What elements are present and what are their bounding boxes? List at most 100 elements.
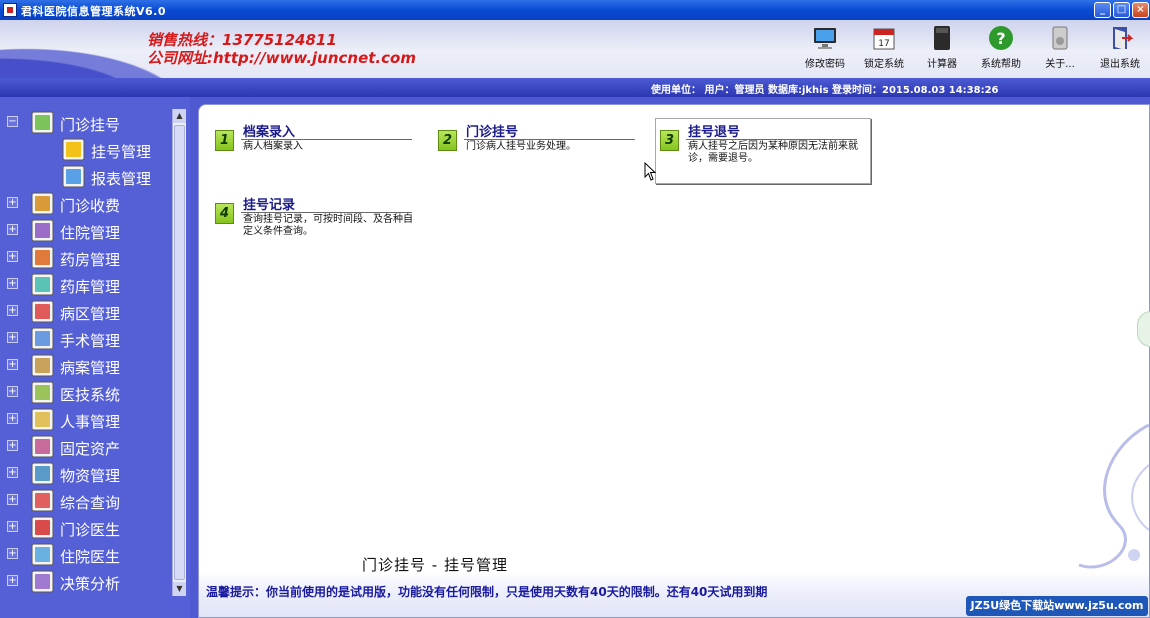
sidebar-item[interactable]: + 住院管理 [4, 217, 172, 244]
help-button[interactable]: ? 系统帮助 [969, 24, 1033, 70]
sidebar-item[interactable]: + 门诊医生 [4, 514, 172, 541]
sidebar-item[interactable]: + 病案管理 [4, 352, 172, 379]
ward-icon [31, 300, 54, 323]
expand-icon[interactable]: + [7, 332, 18, 343]
expand-icon[interactable]: + [7, 305, 18, 316]
sidebar-item[interactable]: 挂号管理 [4, 136, 172, 163]
assets-icon [31, 435, 54, 458]
sidebar-item[interactable]: + 医技系统 [4, 379, 172, 406]
expand-icon[interactable]: + [7, 467, 18, 478]
status-info-bar: 使用单位： 用户：管理员 数据库:jkhis 登录时间：2015.08.03 1… [0, 78, 1150, 97]
calendar-icon: 17 [870, 24, 898, 52]
card-title: 挂号记录 [243, 198, 296, 213]
sidebar-item-label: 门诊收费 [60, 197, 121, 215]
expand-icon[interactable]: + [7, 413, 18, 424]
sidebar-item-label: 手术管理 [60, 332, 121, 350]
scroll-up-icon[interactable]: ▲ [173, 109, 186, 123]
expand-icon[interactable]: + [7, 197, 18, 208]
doctor-icon [31, 516, 54, 539]
app-icon [3, 3, 17, 17]
sidebar-item[interactable]: + 物资管理 [4, 460, 172, 487]
card-description: 门诊病人挂号业务处理。 [466, 141, 576, 152]
sidebar-item[interactable]: + 手术管理 [4, 325, 172, 352]
help-icon: ? [987, 24, 1015, 52]
sidebar-item-label: 病区管理 [60, 305, 121, 323]
maximize-button[interactable]: □ [1113, 2, 1130, 18]
exit-label: 退出系统 [1100, 59, 1140, 70]
cashier-icon [31, 192, 54, 215]
expand-icon[interactable]: + [7, 521, 18, 532]
sidebar-item-label: 固定资产 [60, 440, 121, 458]
sidebar-item[interactable]: + 病区管理 [4, 298, 172, 325]
sidebar-item[interactable]: − 门诊挂号 [4, 109, 172, 136]
monitor-icon [811, 24, 839, 52]
scroll-down-icon[interactable]: ▼ [173, 582, 186, 596]
collapse-icon[interactable]: − [7, 116, 18, 127]
content-sheet: 1 档案录入 病人档案录入 2 门诊挂号 门诊病人挂号业务处理。 3 挂号退号 … [198, 104, 1150, 618]
card-cancel-registration[interactable]: 3 挂号退号 病人挂号之后因为某种原因无法前来就诊，需要退号。 [655, 118, 871, 184]
expand-icon[interactable]: + [7, 548, 18, 559]
arrow-icon [62, 138, 85, 161]
card-registration-records[interactable]: 4 挂号记录 查询挂号记录，可按时间段、及各种自定义条件查询。 [211, 192, 427, 258]
sidebar-item[interactable]: + 固定资产 [4, 433, 172, 460]
sidebar-item-label: 报表管理 [91, 170, 152, 188]
sidebar-item[interactable]: + 决策分析 [4, 568, 172, 595]
card-number: 2 [438, 130, 457, 151]
lock-system-button[interactable]: 17 锁定系统 [852, 24, 916, 70]
session-info: 使用单位： 用户：管理员 数据库:jkhis 登录时间：2015.08.03 1… [651, 85, 999, 96]
lock-system-label: 锁定系统 [864, 59, 904, 70]
calculator-label: 计算器 [927, 59, 957, 70]
expand-icon[interactable]: + [7, 386, 18, 397]
title-bar[interactable]: 君科医院信息管理系统V6.0 _ □ × [0, 0, 1150, 20]
sidebar-item-label: 药房管理 [60, 251, 121, 269]
expand-icon[interactable]: + [7, 440, 18, 451]
sidebar-item-label: 住院医生 [60, 548, 121, 566]
trial-notice: 温馨提示：你当前使用的是试用版，功能没有任何限制，只是使用天数有40天的限制。还… [206, 585, 768, 599]
change-password-button[interactable]: 修改密码 [793, 24, 857, 70]
header-banner: 销售热线：13775124811 公司网址:http://www.juncnet… [0, 20, 1150, 97]
exit-icon [1106, 24, 1134, 52]
card-title: 档案录入 [243, 125, 296, 140]
sidebar-item[interactable]: + 住院医生 [4, 541, 172, 568]
window-title: 君科医院信息管理系统V6.0 [21, 5, 166, 18]
calculator-button[interactable]: 计算器 [910, 24, 974, 70]
minimize-button[interactable]: _ [1094, 2, 1111, 18]
close-button[interactable]: × [1132, 2, 1149, 18]
expand-icon[interactable]: + [7, 224, 18, 235]
expand-icon[interactable]: + [7, 251, 18, 262]
sidebar-item[interactable]: + 药房管理 [4, 244, 172, 271]
expand-icon[interactable]: + [7, 278, 18, 289]
sidebar-item-label: 人事管理 [60, 413, 121, 431]
records-icon [31, 354, 54, 377]
expand-icon[interactable]: + [7, 494, 18, 505]
checklist-icon [31, 111, 54, 134]
expand-icon[interactable]: + [7, 359, 18, 370]
card-description: 病人挂号之后因为某种原因无法前来就诊，需要退号。 [688, 141, 858, 164]
surgery-icon [31, 327, 54, 350]
personnel-icon [31, 408, 54, 431]
about-button[interactable]: 关于... [1028, 24, 1092, 70]
card-divider [464, 139, 635, 140]
change-password-label: 修改密码 [805, 59, 845, 70]
scroll-thumb[interactable] [174, 125, 185, 580]
sidebar-scrollbar[interactable]: ▲ ▼ [172, 109, 186, 596]
expand-icon[interactable]: + [7, 575, 18, 586]
sidebar-item-label: 药库管理 [60, 278, 121, 296]
sidebar-item[interactable]: + 人事管理 [4, 406, 172, 433]
card-profile-entry[interactable]: 1 档案录入 病人档案录入 [211, 119, 427, 185]
sidebar-item[interactable]: 报表管理 [4, 163, 172, 190]
query-icon [31, 489, 54, 512]
sidebar-item[interactable]: + 药库管理 [4, 271, 172, 298]
card-number: 4 [215, 203, 234, 224]
exit-button[interactable]: 退出系统 [1088, 24, 1150, 70]
sidebar-item-label: 决策分析 [60, 575, 121, 593]
sidebar-item[interactable]: + 综合查询 [4, 487, 172, 514]
sidebar-item-label: 门诊挂号 [60, 116, 121, 134]
svg-text:?: ? [996, 29, 1005, 48]
card-outpatient-registration[interactable]: 2 门诊挂号 门诊病人挂号业务处理。 [434, 119, 650, 185]
sidebar-item-label: 物资管理 [60, 467, 121, 485]
sidebar-item[interactable]: + 门诊收费 [4, 190, 172, 217]
current-location: 门诊挂号 - 挂号管理 [362, 556, 508, 574]
main-area: 1 档案录入 病人档案录入 2 门诊挂号 门诊病人挂号业务处理。 3 挂号退号 … [190, 97, 1150, 618]
app-window: 君科医院信息管理系统V6.0 _ □ × 销售热线：13775124811 公司… [0, 0, 1150, 618]
